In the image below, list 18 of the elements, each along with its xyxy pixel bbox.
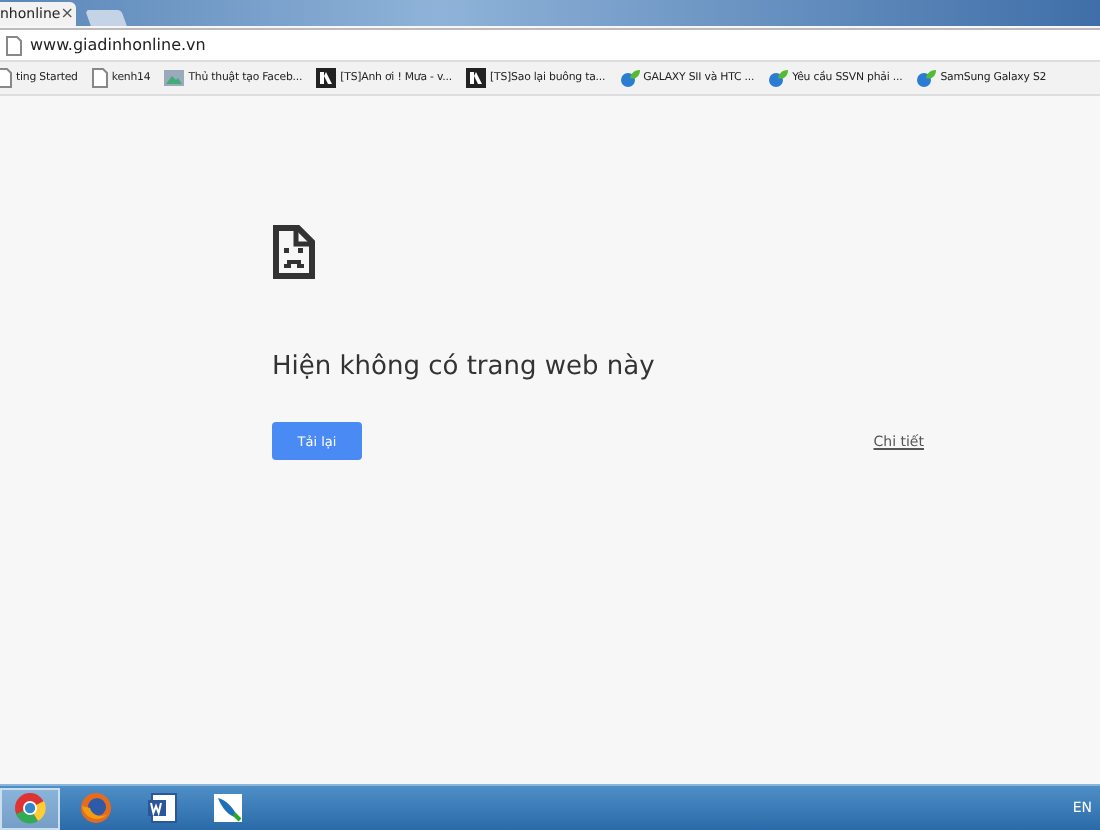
page-icon xyxy=(91,68,108,88)
sad-page-icon xyxy=(272,224,316,280)
picture-icon xyxy=(164,68,185,88)
firefox-icon xyxy=(80,792,112,824)
film-icon xyxy=(316,68,337,88)
feather-icon xyxy=(212,792,244,824)
leaf-icon xyxy=(916,68,937,88)
address-bar[interactable]: www.giadinhonline.vn xyxy=(0,28,1100,62)
film-icon xyxy=(466,68,487,88)
url-text: www.giadinhonline.vn xyxy=(30,36,206,54)
leaf-icon xyxy=(768,68,789,88)
leaf-icon xyxy=(619,68,640,88)
new-tab-button[interactable] xyxy=(85,10,127,26)
close-icon[interactable]: × xyxy=(60,6,74,22)
chrome-icon xyxy=(14,792,46,824)
error-message: Hiện không có trang web này xyxy=(272,352,657,382)
taskbar-button[interactable] xyxy=(0,787,60,829)
word-icon xyxy=(146,792,178,824)
